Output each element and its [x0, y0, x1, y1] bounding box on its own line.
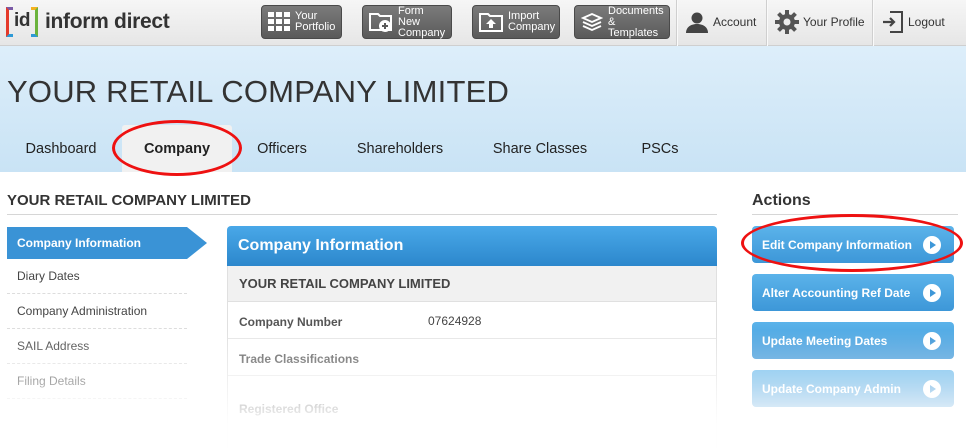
your-profile-label: Your Profile — [803, 15, 865, 29]
account-label: Account — [713, 15, 757, 29]
inform-direct-logo[interactable]: id inform direct — [6, 6, 170, 38]
alter-accounting-ref-date-label: Alter Accounting Ref Date — [762, 285, 911, 300]
logout-icon — [882, 10, 904, 34]
form-new-company-button[interactable]: Form New Company — [362, 5, 452, 39]
registered-office-label: Registered Office — [239, 402, 339, 416]
your-portfolio-label: Your Portfolio — [295, 10, 336, 33]
company-information-panel-header: Company Information — [227, 226, 717, 266]
folder-plus-icon — [369, 11, 393, 33]
edit-button-highlight-ellipse — [741, 214, 963, 272]
chevron-right-icon — [923, 332, 941, 350]
chevron-right-icon — [923, 284, 941, 302]
import-company-label: Import Company — [508, 10, 556, 33]
user-icon — [685, 10, 709, 34]
account-link[interactable]: Account — [685, 6, 756, 38]
actions-title: Actions — [752, 192, 811, 209]
documents-stack-icon — [581, 11, 603, 33]
tab-pscs[interactable]: PSCs — [624, 125, 696, 172]
sidebar-active-arrow — [187, 227, 207, 259]
documents-templates-label: Documents & Templates — [608, 4, 664, 39]
update-company-admin-button[interactable]: Update Company Admin — [752, 370, 954, 407]
tab-officers[interactable]: Officers — [240, 125, 324, 172]
company-number-label: Company Number — [239, 315, 343, 329]
import-company-button[interactable]: Import Company — [472, 5, 560, 39]
field-row-company-number: Company Number 07624928 — [228, 302, 716, 339]
section-divider — [7, 214, 717, 215]
sidebar-item-filing-details[interactable]: Filing Details — [7, 364, 187, 399]
top-navigation-bar: id inform direct Your Portfolio Form New… — [0, 0, 966, 46]
sidebar-item-sail-address[interactable]: SAIL Address — [7, 329, 187, 364]
alter-accounting-ref-date-button[interactable]: Alter Accounting Ref Date — [752, 274, 954, 311]
sidebar-item-diary-dates[interactable]: Diary Dates — [7, 259, 187, 294]
toolbar-divider — [766, 0, 767, 46]
logo-mark-icon: id — [6, 6, 38, 38]
company-tab-highlight-ellipse — [112, 120, 242, 176]
trade-classifications-label: Trade Classifications — [239, 352, 360, 366]
tab-shareholders[interactable]: Shareholders — [340, 125, 460, 172]
logo-text: inform direct — [45, 10, 170, 33]
company-number-value: 07624928 — [428, 314, 482, 328]
section-title: YOUR RETAIL COMPANY LIMITED — [7, 192, 251, 209]
panel-company-name: YOUR RETAIL COMPANY LIMITED — [227, 266, 717, 302]
form-new-company-label: Form New Company — [398, 4, 446, 39]
update-meeting-dates-button[interactable]: Update Meeting Dates — [752, 322, 954, 359]
grid-icon — [268, 11, 290, 33]
tab-share-classes[interactable]: Share Classes — [478, 125, 602, 172]
update-meeting-dates-label: Update Meeting Dates — [762, 333, 888, 348]
gear-icon — [775, 10, 799, 34]
logout-label: Logout — [908, 15, 945, 29]
sidebar-item-company-administration[interactable]: Company Administration — [7, 294, 187, 329]
field-row-registered-office: Registered Office — [228, 376, 716, 446]
your-profile-link[interactable]: Your Profile — [775, 6, 865, 38]
toolbar-divider — [676, 0, 677, 46]
logout-link[interactable]: Logout — [882, 6, 945, 38]
tab-dashboard[interactable]: Dashboard — [10, 125, 112, 172]
chevron-right-icon — [923, 380, 941, 398]
toolbar-divider — [872, 0, 873, 46]
sidebar-item-company-information[interactable]: Company Information — [7, 227, 187, 259]
upload-icon — [479, 11, 503, 33]
company-information-panel: Company Number 07624928 Trade Classifica… — [227, 302, 717, 448]
update-company-admin-label: Update Company Admin — [762, 381, 901, 396]
your-portfolio-button[interactable]: Your Portfolio — [261, 5, 342, 39]
page-title: YOUR RETAIL COMPANY LIMITED — [7, 74, 510, 109]
field-row-trade-classifications: Trade Classifications — [228, 339, 716, 376]
documents-templates-button[interactable]: Documents & Templates — [574, 5, 670, 39]
